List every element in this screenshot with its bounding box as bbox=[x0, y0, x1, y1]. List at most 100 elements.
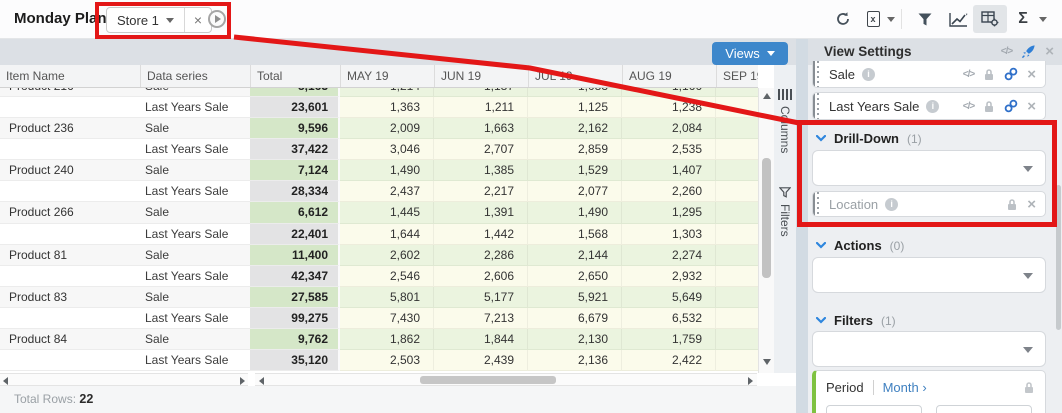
data-series-cell[interactable]: Last Years Sale bbox=[140, 308, 250, 329]
data-series-cell[interactable]: Sale bbox=[140, 202, 250, 223]
link-icon[interactable] bbox=[1004, 99, 1018, 113]
item-name-cell[interactable] bbox=[0, 350, 140, 371]
month-cell[interactable]: 2,437 bbox=[340, 181, 434, 202]
month-cell[interactable]: 1,083 bbox=[528, 88, 622, 97]
total-cell[interactable]: 99,275 bbox=[250, 308, 340, 329]
month-cell[interactable]: 6,679 bbox=[528, 308, 622, 329]
item-name-cell[interactable] bbox=[0, 97, 140, 118]
export-excel-button[interactable]: x bbox=[862, 0, 884, 38]
month-cell[interactable]: 5,649 bbox=[622, 287, 716, 308]
total-cell[interactable]: 11,400 bbox=[250, 245, 340, 266]
tab-filters[interactable]: Filters bbox=[778, 187, 792, 237]
item-name-cell[interactable] bbox=[0, 139, 140, 160]
month-cell[interactable]: 2,503 bbox=[340, 350, 434, 371]
month-cell-clipped[interactable] bbox=[716, 88, 758, 97]
refresh-button[interactable] bbox=[831, 0, 855, 38]
item-name-cell[interactable]: Product 84 bbox=[0, 329, 140, 350]
month-cell[interactable]: 1,391 bbox=[434, 202, 528, 223]
column-header-jun-19[interactable]: JUN 19 bbox=[434, 65, 528, 87]
month-cell[interactable]: 2,130 bbox=[528, 329, 622, 350]
month-cell[interactable]: 2,136 bbox=[528, 350, 622, 371]
item-name-cell[interactable] bbox=[0, 181, 140, 202]
lock-icon[interactable] bbox=[983, 68, 995, 81]
month-cell[interactable]: 2,439 bbox=[434, 350, 528, 371]
item-name-cell[interactable]: Product 266 bbox=[0, 202, 140, 223]
month-cell[interactable]: 2,260 bbox=[622, 181, 716, 202]
scroll-left-arrow[interactable] bbox=[3, 377, 8, 385]
remove-icon[interactable]: × bbox=[1027, 99, 1036, 114]
section-filters[interactable]: Filters (1) bbox=[816, 313, 896, 328]
month-cell[interactable]: 1,844 bbox=[434, 329, 528, 350]
item-name-cell[interactable]: Product 83 bbox=[0, 287, 140, 308]
month-cell[interactable]: 2,602 bbox=[340, 245, 434, 266]
store-dropdown-button[interactable]: Store 1 bbox=[107, 8, 184, 32]
scroll-left-arrow[interactable] bbox=[259, 377, 264, 385]
info-icon[interactable]: i bbox=[926, 100, 939, 113]
scroll-right-arrow[interactable] bbox=[748, 377, 753, 385]
month-cell[interactable]: 1,238 bbox=[622, 97, 716, 118]
month-cell[interactable]: 7,213 bbox=[434, 308, 528, 329]
table-settings-button[interactable] bbox=[973, 5, 1007, 33]
month-cell[interactable]: 1,442 bbox=[434, 224, 528, 245]
total-cell[interactable]: 23,601 bbox=[250, 97, 340, 118]
month-cell[interactable]: 2,286 bbox=[434, 245, 528, 266]
data-series-cell[interactable]: Last Years Sale bbox=[140, 266, 250, 287]
vertical-scrollbar[interactable] bbox=[758, 88, 775, 373]
code-icon[interactable]: </> bbox=[1001, 46, 1012, 57]
month-cell-clipped[interactable] bbox=[716, 160, 758, 181]
scroll-down-arrow[interactable] bbox=[763, 359, 771, 365]
total-cell[interactable]: 6,612 bbox=[250, 202, 340, 223]
drag-handle-icon[interactable] bbox=[813, 93, 822, 119]
lock-icon[interactable] bbox=[983, 100, 995, 113]
drill-down-dropdown[interactable] bbox=[812, 150, 1046, 186]
month-cell[interactable]: 1,862 bbox=[340, 329, 434, 350]
data-series-cell[interactable]: Sale bbox=[140, 118, 250, 139]
actions-dropdown[interactable] bbox=[812, 257, 1046, 293]
month-cell[interactable]: 2,535 bbox=[622, 139, 716, 160]
month-cell[interactable]: 2,144 bbox=[528, 245, 622, 266]
month-cell[interactable]: 1,214 bbox=[340, 88, 434, 97]
remove-icon[interactable]: × bbox=[1027, 67, 1036, 82]
total-cell[interactable]: 37,422 bbox=[250, 139, 340, 160]
month-cell[interactable]: 1,529 bbox=[528, 160, 622, 181]
lock-icon[interactable] bbox=[1006, 198, 1018, 211]
month-cell[interactable]: 1,490 bbox=[528, 202, 622, 223]
remove-icon[interactable]: × bbox=[1027, 197, 1036, 212]
rocket-icon[interactable] bbox=[1021, 44, 1036, 59]
month-cell-clipped[interactable] bbox=[716, 308, 758, 329]
play-button[interactable] bbox=[208, 10, 226, 28]
period-to-input[interactable]: 12 bbox=[936, 405, 1032, 413]
column-header-may-19[interactable]: MAY 19 bbox=[340, 65, 434, 87]
total-cell[interactable]: 9,596 bbox=[250, 118, 340, 139]
drag-handle-icon[interactable] bbox=[813, 192, 822, 216]
month-cell-clipped[interactable] bbox=[716, 181, 758, 202]
month-cell[interactable]: 2,707 bbox=[434, 139, 528, 160]
month-cell-clipped[interactable] bbox=[716, 287, 758, 308]
month-cell[interactable]: 2,422 bbox=[622, 350, 716, 371]
month-cell[interactable]: 1,303 bbox=[622, 224, 716, 245]
total-cell[interactable]: 35,120 bbox=[250, 350, 340, 371]
month-cell-clipped[interactable] bbox=[716, 329, 758, 350]
info-icon[interactable]: i bbox=[885, 198, 898, 211]
month-cell[interactable]: 1,211 bbox=[434, 97, 528, 118]
data-series-cell[interactable]: Sale bbox=[140, 329, 250, 350]
drag-handle-icon[interactable] bbox=[813, 61, 822, 87]
scroll-up-arrow[interactable] bbox=[763, 93, 771, 99]
month-cell[interactable]: 5,801 bbox=[340, 287, 434, 308]
item-name-cell[interactable]: Product 240 bbox=[0, 160, 140, 181]
item-name-cell[interactable]: Product 216 bbox=[0, 88, 140, 97]
tab-columns[interactable]: Columns bbox=[778, 89, 792, 153]
column-header-item-name[interactable]: Item Name bbox=[0, 65, 140, 87]
data-series-cell[interactable]: Last Years Sale bbox=[140, 224, 250, 245]
store-selector[interactable]: Store 1 × bbox=[106, 7, 212, 33]
section-drill-down[interactable]: Drill-Down (1) bbox=[816, 131, 922, 146]
horizontal-scrollbar-main[interactable] bbox=[255, 373, 757, 386]
month-cell[interactable]: 1,644 bbox=[340, 224, 434, 245]
month-cell[interactable]: 1,407 bbox=[622, 160, 716, 181]
total-cell[interactable]: 42,347 bbox=[250, 266, 340, 287]
month-cell-clipped[interactable] bbox=[716, 245, 758, 266]
month-cell-clipped[interactable] bbox=[716, 118, 758, 139]
month-cell[interactable]: 1,363 bbox=[340, 97, 434, 118]
data-series-cell[interactable]: Last Years Sale bbox=[140, 350, 250, 371]
column-header-aug-19[interactable]: AUG 19 bbox=[622, 65, 716, 87]
